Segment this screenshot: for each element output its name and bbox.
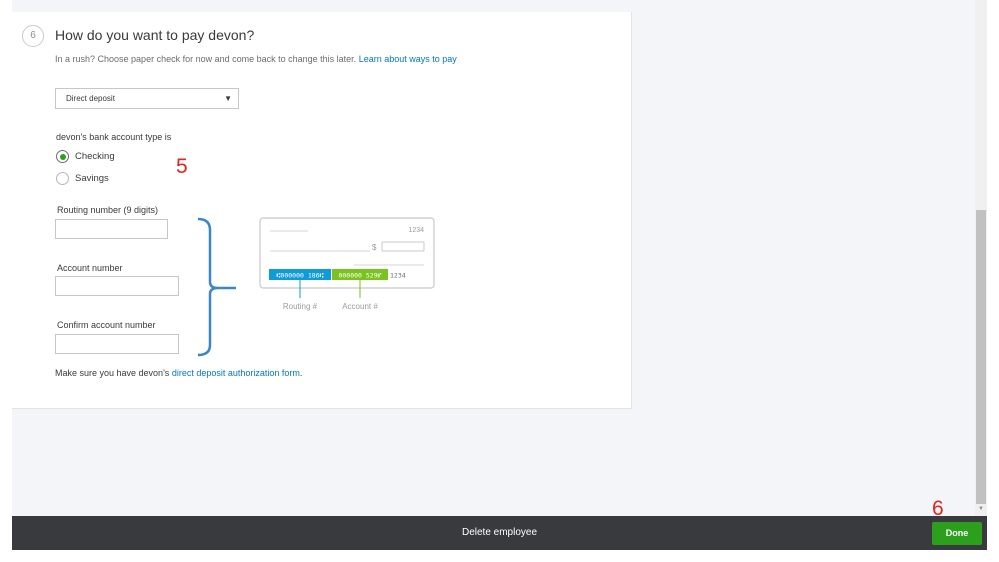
- check-amount-box: [381, 241, 425, 252]
- radio-checked-icon[interactable]: [56, 150, 69, 163]
- step-subtitle: In a rush? Choose paper check for now an…: [55, 54, 457, 64]
- step-number: 6: [22, 25, 44, 47]
- radio-unchecked-icon[interactable]: [56, 172, 69, 185]
- check-number: 1234: [408, 227, 424, 234]
- confirm-account-number-label: Confirm account number: [57, 320, 156, 330]
- annotation-six: 6: [932, 497, 944, 520]
- authorization-note-end: .: [299, 368, 303, 378]
- radio-checking[interactable]: Checking: [56, 150, 115, 163]
- annotation-five: 5: [176, 155, 188, 178]
- authorization-form-link[interactable]: direct deposit authorization form: [172, 368, 300, 378]
- scrollbar-thumb[interactable]: [976, 210, 986, 504]
- pay-method-card: 6 How do you want to pay devon? In a rus…: [12, 12, 632, 409]
- account-number-label: Account number: [57, 263, 123, 273]
- caret-down-icon: ▼: [224, 94, 232, 103]
- learn-ways-to-pay-link[interactable]: Learn about ways to pay: [359, 54, 457, 64]
- account-caption: Account #: [342, 302, 378, 311]
- routing-caption: Routing #: [283, 302, 318, 311]
- check-dollar-sign: $: [372, 243, 377, 252]
- payment-method-select[interactable]: Direct deposit ▼: [55, 88, 239, 109]
- radio-checking-label: Checking: [75, 151, 115, 162]
- done-button[interactable]: Done: [932, 522, 982, 545]
- app-background: 6 How do you want to pay devon? In a rus…: [12, 0, 987, 516]
- check-illustration: 1234 $ ⑆000000 186⑆ 000000 529⑈ 1234 Rou…: [197, 217, 435, 357]
- routing-micr-text: ⑆000000 186⑆: [277, 272, 324, 280]
- payment-method-value: Direct deposit: [66, 94, 115, 103]
- bank-account-type-label: devon's bank account type is: [56, 132, 172, 142]
- authorization-note-text: Make sure you have devon's: [55, 368, 170, 378]
- bracket-icon: [197, 217, 236, 357]
- account-number-input[interactable]: [55, 276, 179, 296]
- authorization-note: Make sure you have devon's direct deposi…: [55, 368, 302, 378]
- footer-bar: Delete employee Done: [12, 516, 987, 550]
- routing-number-label: Routing number (9 digits): [57, 205, 159, 215]
- radio-savings[interactable]: Savings: [56, 172, 109, 185]
- step-title: How do you want to pay devon?: [55, 27, 255, 43]
- scroll-down-arrow-icon[interactable]: ▼: [976, 504, 986, 514]
- routing-number-input[interactable]: [55, 219, 168, 239]
- step-subtitle-text: In a rush? Choose paper check for now an…: [55, 54, 357, 64]
- confirm-account-number-input[interactable]: [55, 334, 179, 354]
- account-micr-text: 000000 529⑈: [338, 272, 381, 280]
- delete-employee-button[interactable]: Delete employee: [462, 516, 537, 550]
- radio-savings-label: Savings: [75, 173, 109, 184]
- check-micr-text: 1234: [390, 272, 406, 280]
